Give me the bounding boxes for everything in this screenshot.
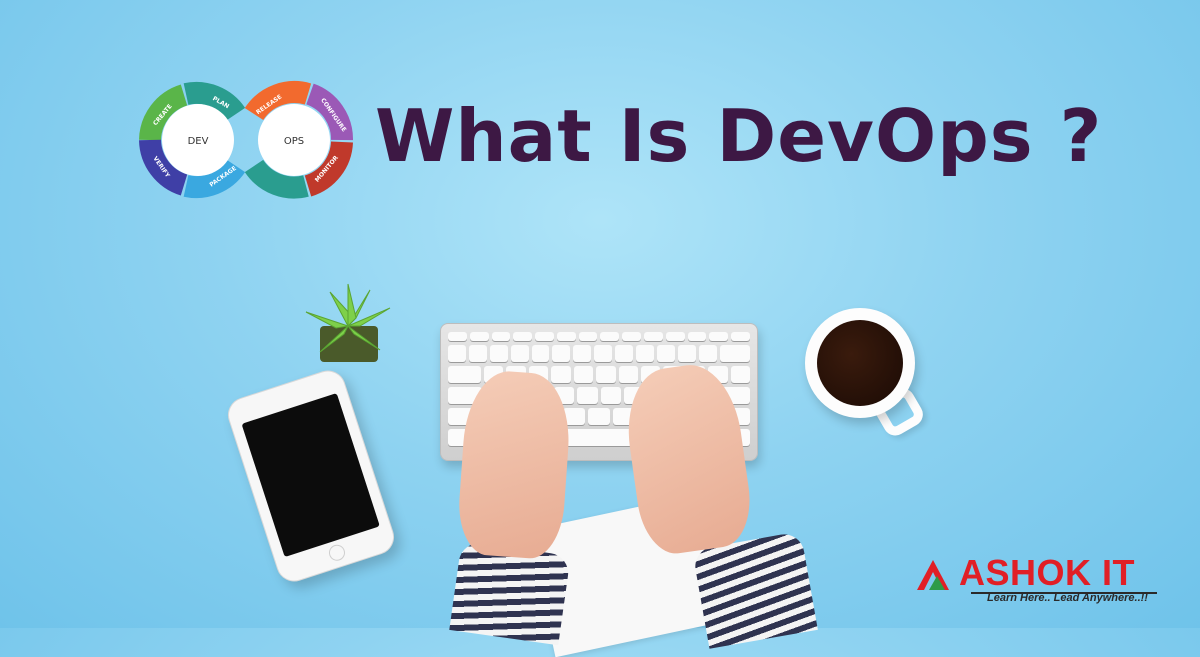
page-title: What Is DevOps ? [375, 94, 1103, 178]
logo-name: ASHOK IT [959, 552, 1136, 593]
plant-image [300, 282, 395, 364]
dev-label: DEV [188, 136, 209, 147]
right-sleeve [692, 531, 818, 649]
ops-label: OPS [284, 136, 304, 147]
coffee [817, 320, 903, 406]
logo-tagline: Learn Here.. Lead Anywhere..!! [987, 592, 1148, 604]
smartphone-image [223, 365, 399, 587]
logo-mark-icon [917, 560, 949, 590]
devops-loop-diagram: DEV OPS CREATE PLAN RELEASE CONFIGURE MO… [136, 78, 356, 202]
ashok-it-logo: ASHOK IT Learn Here.. Lead Anywhere..!! [915, 552, 1165, 606]
phone-screen [241, 393, 380, 558]
coffee-cup-image [805, 308, 915, 418]
phone-home-button [326, 542, 348, 563]
